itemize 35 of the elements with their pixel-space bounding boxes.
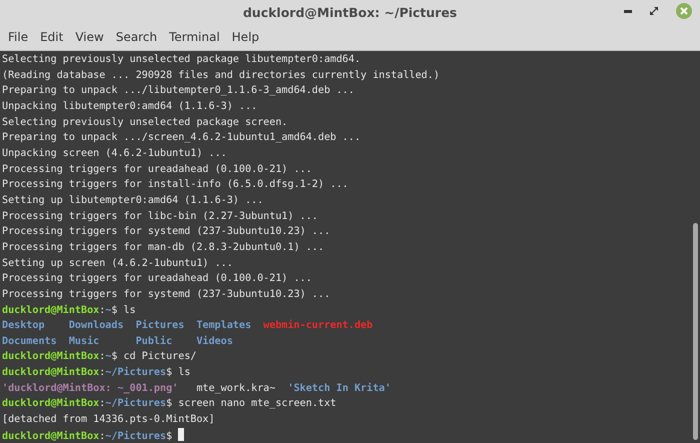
terminal-line: Unpacking screen (4.6.2-1ubuntu1) ... bbox=[2, 146, 227, 161]
terminal-line: Desktop Downloads Pictures Templates webmin-current.deb bbox=[2, 318, 373, 334]
terminal-line: Processing triggers for systemd (237-3ubuntu10.23) ... bbox=[2, 225, 330, 240]
terminal-line: Selecting previously unselected package screen. bbox=[2, 116, 288, 130]
terminal-line: Setting up screen (4.6.2-1ubuntu1) ... bbox=[2, 256, 233, 271]
terminal-line: ducklord@MintBox:~$ ls bbox=[2, 304, 136, 318]
terminal-line: ducklord@MintBox:~$ cd Pictures/ bbox=[2, 350, 196, 364]
window-title: ducklord@MintBox: ~/Pictures bbox=[242, 4, 458, 20]
terminal-line: ducklord@MintBox:~/Pictures$ bbox=[2, 428, 184, 443]
terminal-line: (Reading database ... 290928 files and directories currently installed.) bbox=[2, 68, 440, 83]
terminal-line: Processing triggers for libc-bin (2.27-3ubuntu1) ... bbox=[2, 210, 318, 224]
terminal-line: Setting up libutempter0:amd64 (1.1.6-3) ... bbox=[2, 194, 264, 208]
terminal-line: Preparing to unpack .../libutempter0_1.1.6-3_amd64.deb ... bbox=[2, 84, 354, 98]
terminal-line: Documents Music Public Videos bbox=[2, 334, 233, 349]
scrollbar-thumb[interactable] bbox=[693, 223, 698, 440]
terminal-line: ducklord@MintBox:~/Pictures$ screen nano mte_screen.txt bbox=[2, 396, 336, 412]
menu-item[interactable]: File bbox=[4, 28, 32, 46]
menu-item[interactable]: Help bbox=[228, 28, 264, 46]
terminal-line: Processing triggers for ureadahead (0.100.0-21) ... bbox=[2, 272, 312, 286]
menu-item[interactable]: Terminal bbox=[165, 28, 224, 46]
terminal-line: 'ducklord@MintBox: ~_001.png' mte_work.kra~ 'Sketch In Krita' bbox=[2, 382, 391, 396]
terminal-line: Unpacking libutempter0:amd64 (1.1.6-3) ... bbox=[2, 100, 258, 114]
maximize-icon[interactable] bbox=[650, 7, 658, 15]
terminal-line: Preparing to unpack .../screen_4.6.2-1ubuntu1_amd64.deb ... bbox=[2, 131, 361, 146]
terminal-line: Processing triggers for install-info (6.5.0.dfsg.1-2) ... bbox=[2, 178, 348, 192]
terminal-line: Processing triggers for ureadahead (0.100.0-21) ... bbox=[2, 162, 312, 177]
terminal-line: Selecting previously unselected package libutempter0:amd64. bbox=[2, 53, 361, 67]
menu-item[interactable]: Edit bbox=[36, 28, 68, 46]
minimize-icon[interactable] bbox=[624, 10, 632, 12]
terminal-line: Processing triggers for man-db (2.8.3-2ubuntu0.1) ... bbox=[2, 240, 324, 255]
terminal-line: [detached from 14336.pts-0.MintBox] bbox=[2, 413, 215, 428]
menu-item[interactable]: View bbox=[71, 28, 108, 46]
menu-item[interactable]: Search bbox=[112, 28, 162, 46]
terminal-line: Processing triggers for systemd (237-3ubuntu10.23) ... bbox=[2, 288, 330, 302]
terminal-line: ducklord@MintBox:~/Pictures$ ls bbox=[2, 366, 190, 380]
